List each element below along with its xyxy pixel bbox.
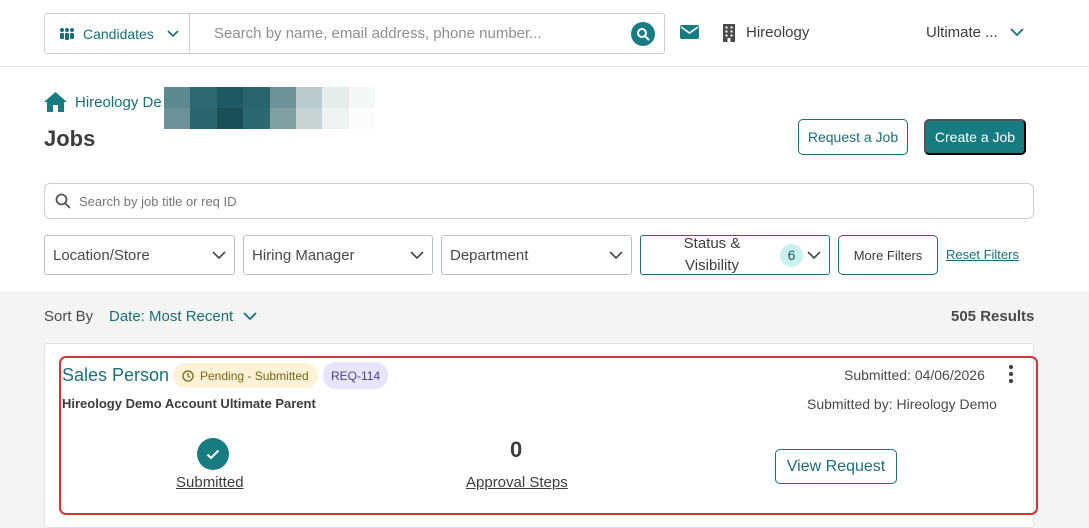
home-icon[interactable]: [44, 92, 67, 112]
chevron-down-icon: [807, 250, 821, 260]
location-filter-label: Location/Store: [53, 246, 150, 264]
clock-icon: [182, 369, 194, 382]
status-badge: Pending - Submitted: [173, 363, 318, 388]
status-visibility-filter[interactable]: Status & Visibility 6: [640, 235, 830, 275]
status-filter-controls: 6: [780, 243, 821, 267]
view-request-button[interactable]: View Request: [775, 449, 897, 484]
search-button[interactable]: [631, 22, 655, 46]
global-search-input[interactable]: [190, 14, 664, 53]
redacted-block: [164, 87, 375, 129]
sort-by-label: Sort By: [44, 308, 94, 325]
req-id-badge: REQ-114: [323, 362, 389, 389]
submitted-step-indicator: [197, 438, 229, 470]
search-icon: [636, 27, 650, 41]
user-menu[interactable]: Ultimate ...: [926, 24, 1024, 41]
job-title-link[interactable]: Sales Person: [62, 365, 169, 386]
status-badge-label: Pending - Submitted: [200, 368, 309, 383]
results-count: 505 Results: [951, 308, 1035, 325]
status-count-badge: 6: [780, 243, 803, 267]
department-filter[interactable]: Department: [441, 235, 632, 275]
chevron-down-icon: [609, 250, 623, 260]
account-name: Hireology Demo Account Ultimate Parent: [62, 396, 316, 411]
job-search-box: [44, 183, 1034, 219]
approval-steps-count: 0: [510, 437, 523, 462]
sort-value: Date: Most Recent: [109, 308, 234, 325]
check-icon: [206, 449, 220, 460]
submitted-date: Submitted: 04/06/2026: [844, 367, 985, 383]
user-name: Ultimate ...: [926, 24, 998, 41]
search-icon: [55, 193, 71, 209]
job-search-input[interactable]: [79, 193, 1033, 209]
chevron-down-icon: [1010, 28, 1024, 37]
mail-icon[interactable]: [680, 25, 699, 39]
approval-steps-link[interactable]: Approval Steps: [466, 474, 568, 491]
status-visibility-label: Status & Visibility: [683, 235, 741, 274]
global-search-wrapper: [190, 14, 664, 53]
submitted-by: Submitted by: Hireology Demo: [807, 396, 997, 412]
submitted-step-link[interactable]: Submitted: [176, 474, 244, 491]
sort-select[interactable]: Date: Most Recent: [109, 308, 257, 325]
breadcrumb[interactable]: Hireology De: [75, 94, 162, 111]
hiring-manager-filter[interactable]: Hiring Manager: [243, 235, 433, 275]
create-job-button[interactable]: Create a Job: [924, 119, 1026, 155]
request-job-button[interactable]: Request a Job: [798, 119, 908, 155]
kebab-icon[interactable]: [1004, 364, 1018, 384]
global-search-group: Candidates: [44, 13, 665, 54]
page-title: Jobs: [44, 126, 96, 151]
candidates-label: Candidates: [83, 25, 154, 42]
more-filters-button[interactable]: More Filters: [838, 235, 938, 275]
location-filter[interactable]: Location/Store: [44, 235, 235, 275]
hiring-manager-filter-label: Hiring Manager: [252, 246, 355, 264]
people-icon: [58, 27, 76, 41]
building-icon: [722, 24, 736, 42]
candidates-dropdown[interactable]: Candidates: [45, 14, 190, 53]
chevron-down-icon: [212, 250, 226, 260]
department-filter-label: Department: [450, 246, 529, 264]
reset-filters-link[interactable]: Reset Filters: [946, 247, 1019, 262]
chevron-down-icon: [410, 250, 424, 260]
org-name[interactable]: Hireology: [746, 24, 809, 41]
chevron-down-icon: [243, 312, 257, 321]
chevron-down-icon: [167, 29, 179, 38]
